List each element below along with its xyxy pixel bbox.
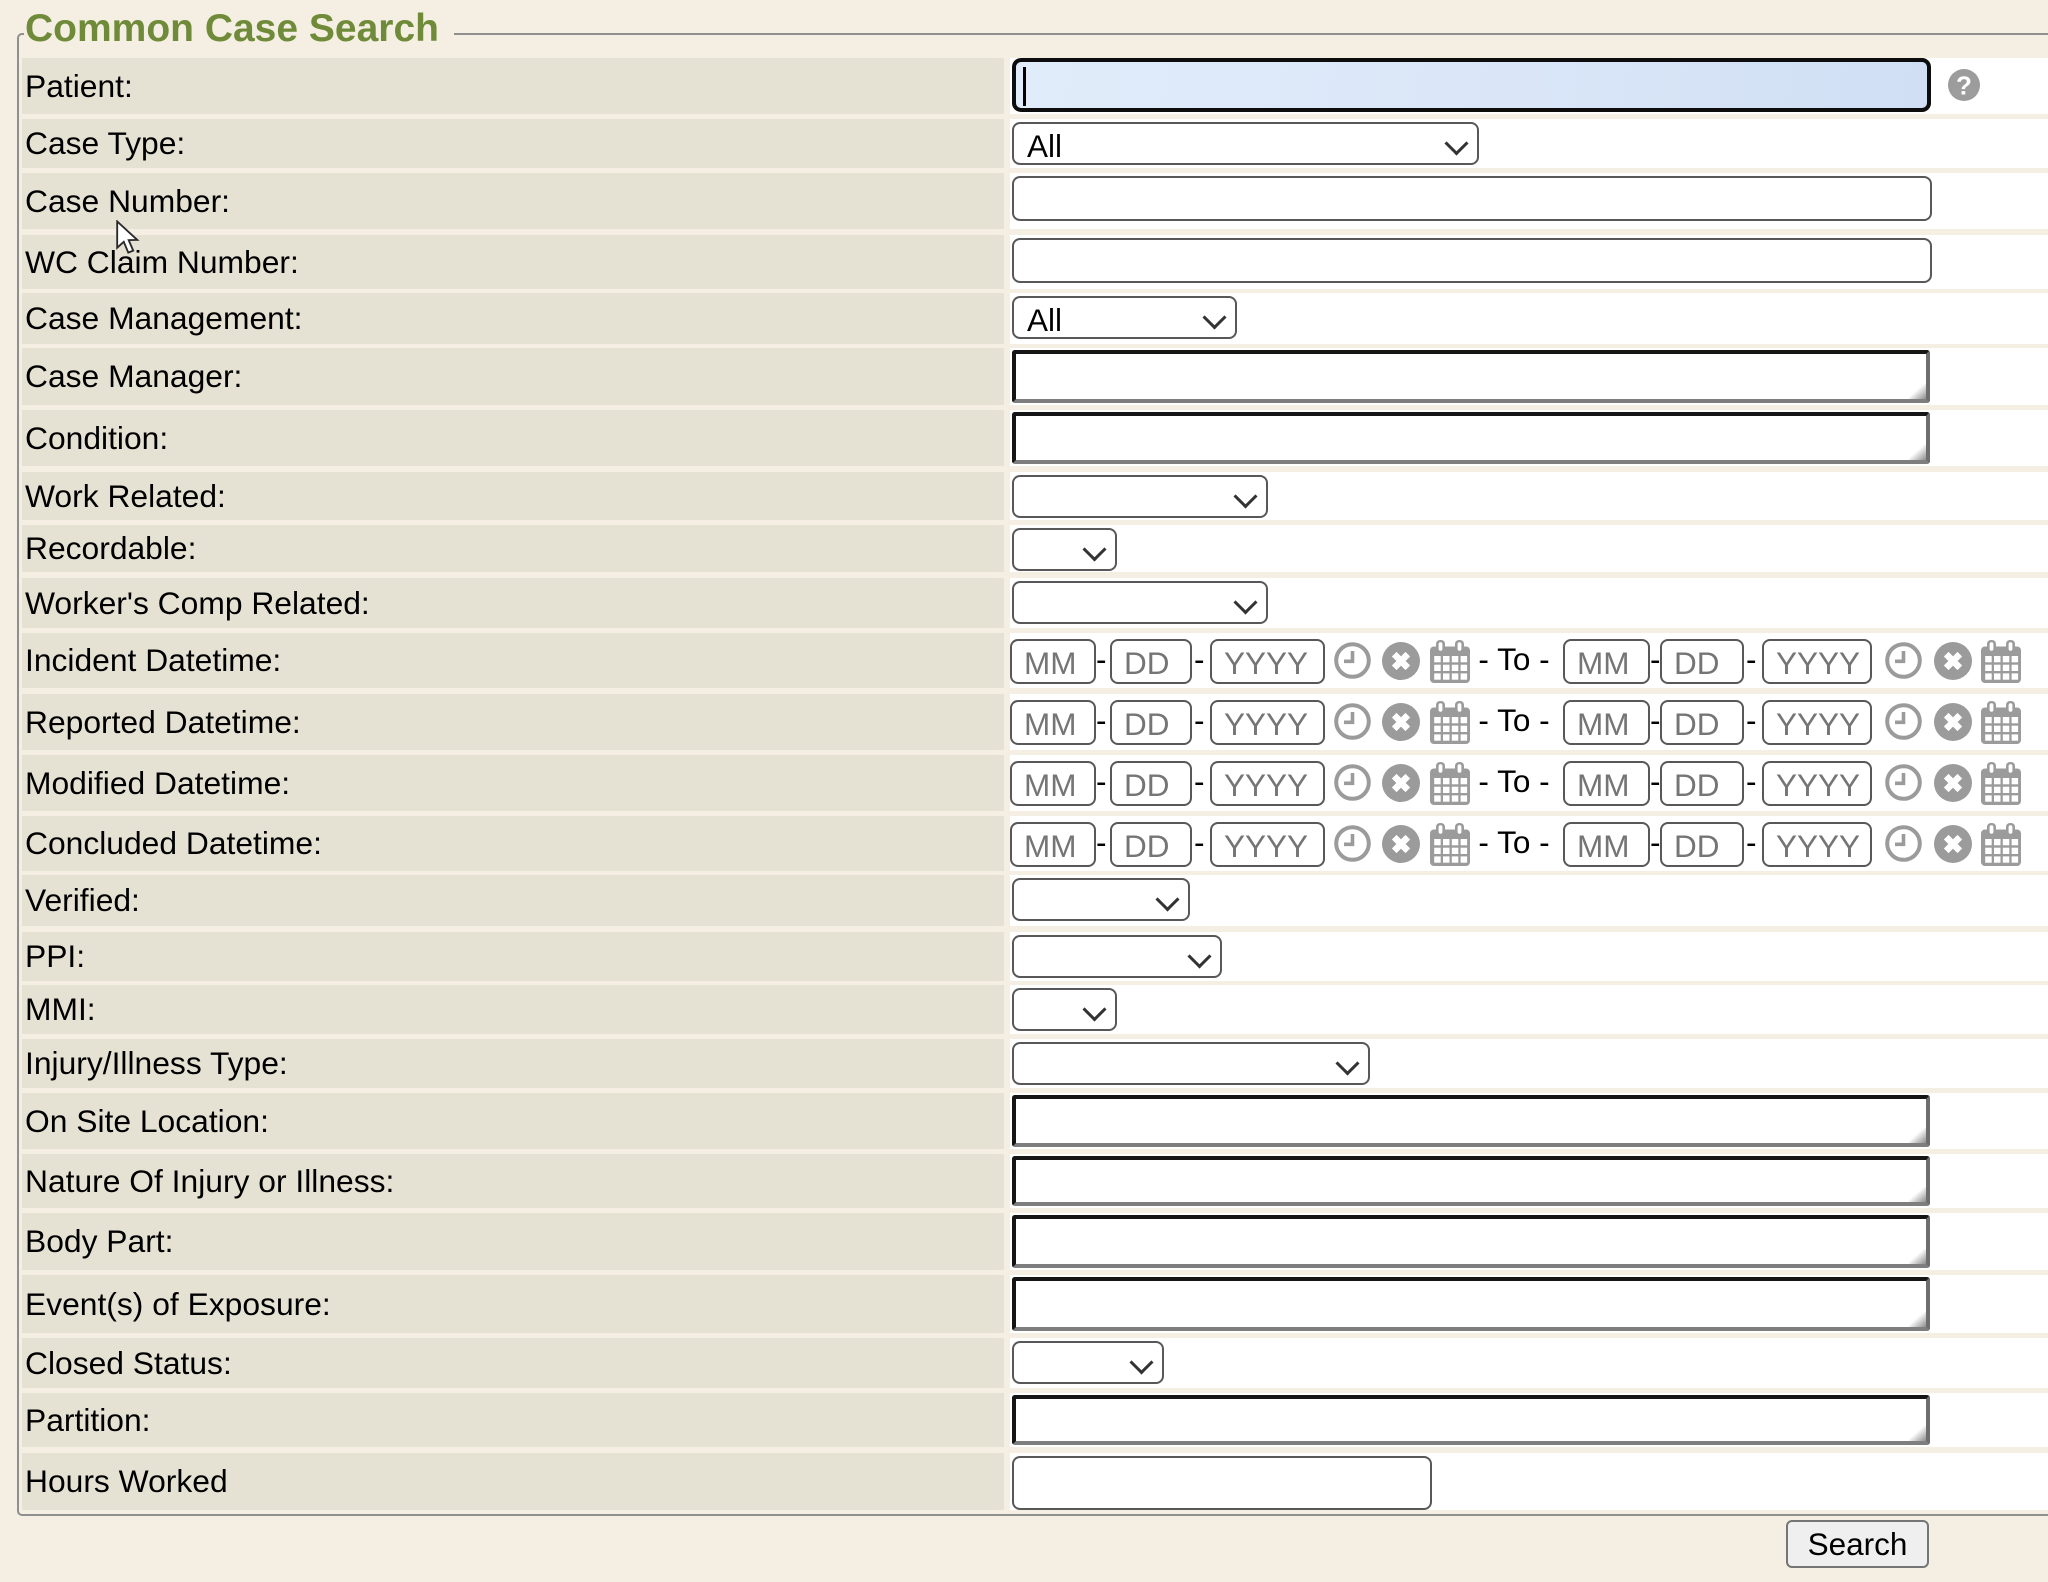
svg-text:?: ? bbox=[1956, 71, 1972, 101]
